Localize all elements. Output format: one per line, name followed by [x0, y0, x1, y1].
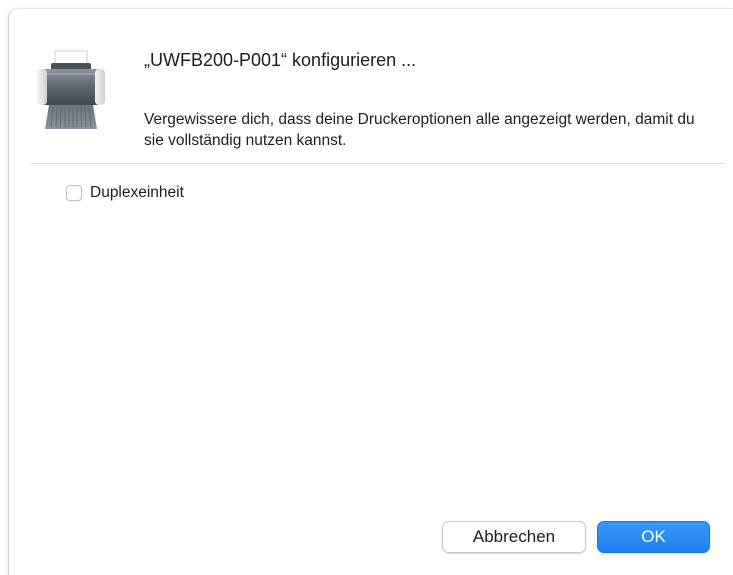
- option-duplex[interactable]: Duplexeinheit: [66, 184, 184, 202]
- configure-printer-dialog: „UWFB200-P001“ konfigurieren ... Vergewi…: [8, 8, 733, 575]
- cancel-button[interactable]: Abbrechen: [442, 521, 586, 553]
- dialog-title: „UWFB200-P001“ konfigurieren ...: [144, 50, 417, 70]
- dialog-message: Vergewissere dich, dass deine Druckeropt…: [144, 111, 695, 149]
- ok-button[interactable]: OK: [597, 521, 710, 553]
- printer-icon: [35, 49, 107, 131]
- duplex-checkbox[interactable]: [66, 185, 82, 201]
- duplex-label[interactable]: Duplexeinheit: [90, 184, 184, 202]
- divider: [31, 163, 724, 164]
